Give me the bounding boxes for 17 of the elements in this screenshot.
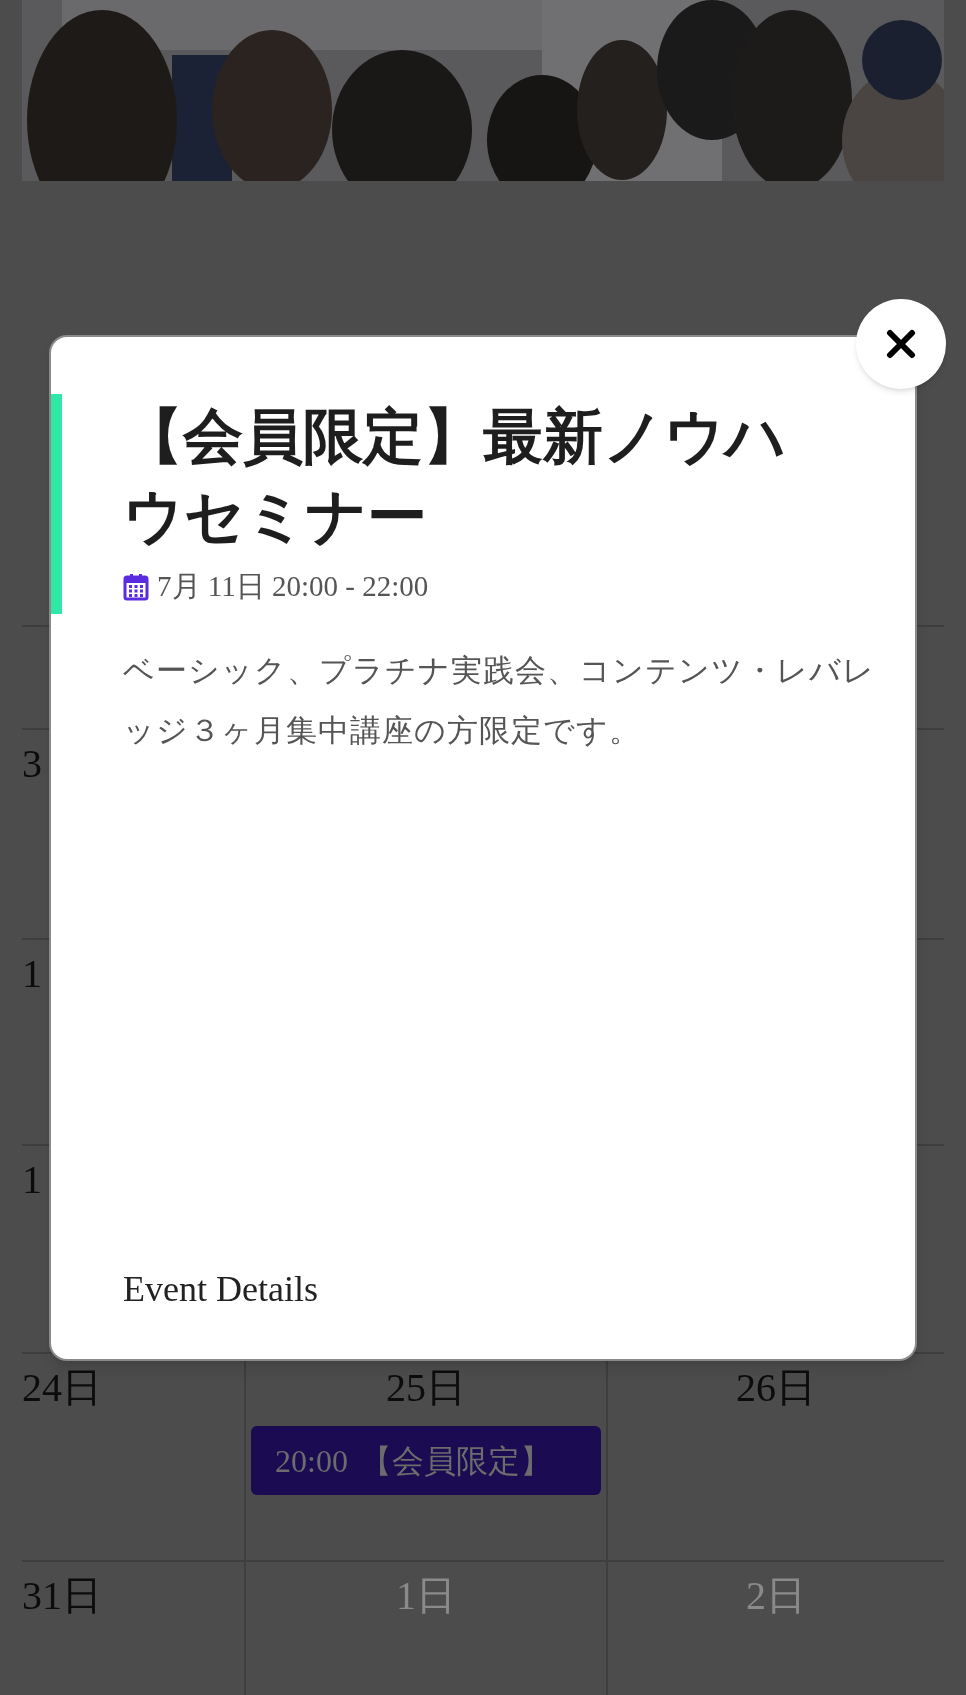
day-number: 2日: [746, 1574, 806, 1618]
event-description: ベーシック、プラチナ実践会、コンテンツ・レバレッジ３ヶ月集中講座の方限定です。: [123, 651, 876, 750]
day-number: 25日: [386, 1366, 466, 1410]
event-title: 【会員限定】最新ノウハウセミナー: [123, 403, 787, 552]
day-number: 3: [22, 742, 42, 786]
day-number: 31日: [22, 1574, 102, 1618]
event-title: 【会員限定】: [359, 1441, 552, 1481]
day-number: 1: [22, 952, 42, 996]
calendar-icon: [123, 572, 149, 601]
day-number: 24日: [22, 1366, 102, 1410]
close-icon: [886, 329, 916, 359]
day-number: 26日: [736, 1366, 816, 1410]
event-details-link[interactable]: Event Details: [123, 1262, 318, 1316]
day-number: 1: [22, 1158, 42, 1202]
day-number: 1日: [396, 1574, 456, 1618]
event-date: 7月 11日 20:00 - 22:00: [157, 569, 429, 604]
event-time: 20:00: [275, 1441, 348, 1481]
